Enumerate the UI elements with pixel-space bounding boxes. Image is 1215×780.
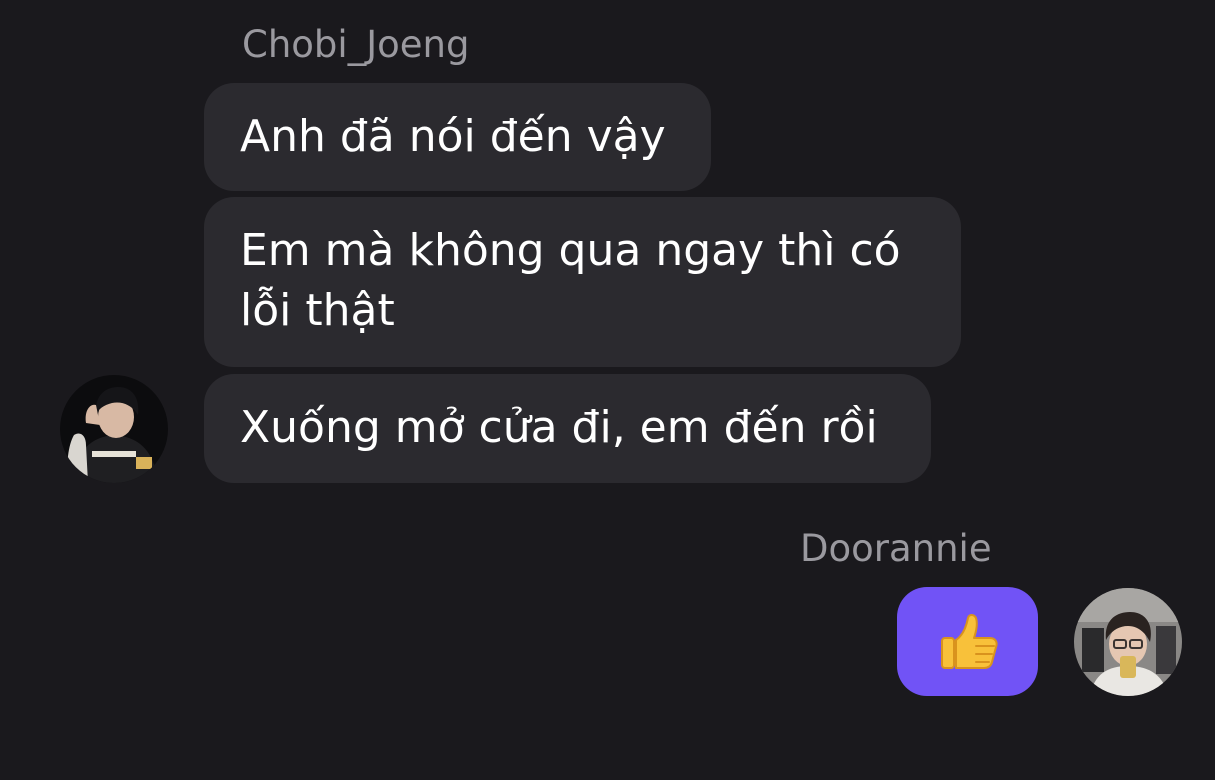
outgoing-avatar[interactable] — [1074, 588, 1182, 696]
outgoing-sender-name: Doorannie — [800, 527, 992, 570]
incoming-message-bubble[interactable]: Em mà không qua ngay thì có lỗi thật — [204, 197, 961, 367]
outgoing-reaction-bubble[interactable] — [897, 587, 1038, 696]
incoming-avatar[interactable] — [60, 375, 168, 483]
user-photo-avatar-icon — [60, 375, 168, 483]
incoming-sender-name: Chobi_Joeng — [242, 23, 470, 66]
thumbs-up-icon — [940, 613, 998, 669]
user-photo-avatar-icon — [1074, 588, 1182, 696]
incoming-message-bubble[interactable]: Anh đã nói đến vậy — [204, 83, 711, 191]
chat-thread: Chobi_Joeng Anh đã nói đến vậy Em mà khô… — [0, 0, 1215, 780]
incoming-message-bubble[interactable]: Xuống mở cửa đi, em đến rồi — [204, 374, 931, 483]
